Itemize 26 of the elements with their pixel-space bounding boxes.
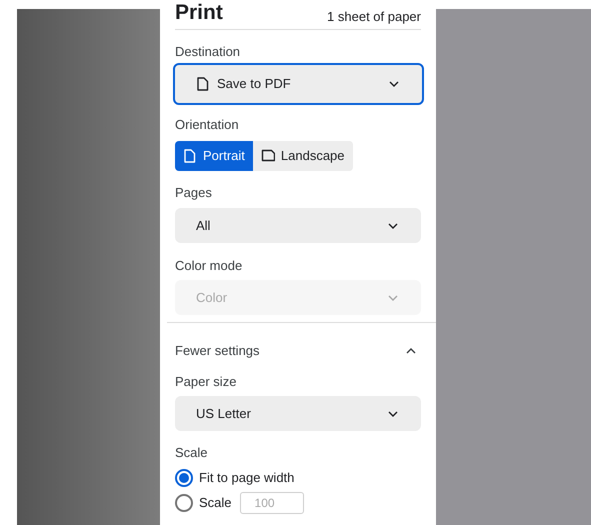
page-icon	[196, 77, 210, 91]
field-label: Scale	[175, 445, 208, 461]
landscape-page-icon	[260, 149, 275, 163]
select-field: Color	[175, 280, 421, 315]
dialog-title: Print	[175, 2, 223, 23]
radio-button[interactable]	[175, 468, 193, 487]
radio-label: Scale	[199, 494, 232, 512]
radio-button[interactable]	[175, 494, 193, 512]
select-field[interactable]: US Letter	[175, 396, 421, 431]
chevron-down-icon	[387, 410, 399, 418]
chevron-down-icon	[388, 80, 400, 88]
page-icon	[183, 149, 197, 163]
field-label: Orientation	[175, 117, 239, 133]
radio-label: Fit to page width	[199, 469, 294, 487]
select-field[interactable]: Save to PDF	[173, 63, 424, 105]
chevron-down-icon	[387, 294, 399, 302]
chevron-up-icon	[405, 347, 417, 355]
field-label: Destination	[175, 44, 240, 60]
field-label: Paper size	[175, 374, 236, 390]
select-field[interactable]: All	[175, 208, 421, 243]
sheet-count: 1 sheet of paper	[327, 10, 421, 23]
orientation-tab[interactable]: Portrait	[175, 141, 253, 171]
field-label: Color mode	[175, 258, 242, 274]
field-label: Pages	[175, 185, 212, 201]
chevron-down-icon	[387, 222, 399, 230]
settings-toggle[interactable]: Fewer settings	[175, 342, 421, 360]
